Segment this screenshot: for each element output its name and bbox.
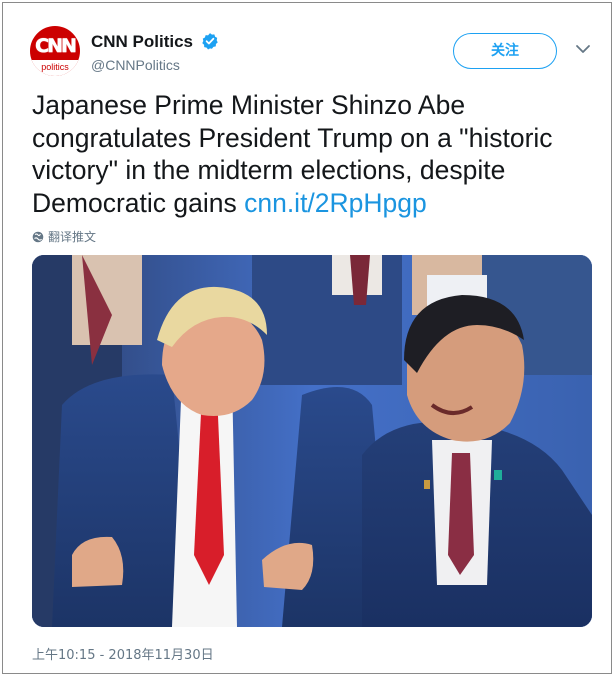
tweet-text: Japanese Prime Minister Shinzo Abe congr… — [32, 89, 592, 219]
translate-tweet[interactable]: 翻译推文 — [32, 228, 96, 245]
tweet-link[interactable]: cnn.it/2RpHpgp — [244, 188, 427, 218]
avatar-sub: politics — [30, 60, 80, 76]
verified-badge-icon — [202, 33, 218, 50]
tweet-card: CNN politics CNN Politics @CNNPolitics 关… — [2, 2, 612, 674]
tweet-photo[interactable] — [32, 255, 592, 627]
handle[interactable]: @CNNPolitics — [91, 57, 180, 73]
avatar[interactable]: CNN politics — [30, 26, 80, 76]
timestamp[interactable]: 上午10:15 - 2018年11月30日 — [32, 644, 214, 663]
chevron-down-icon[interactable] — [575, 43, 591, 55]
avatar-brand: CNN — [35, 35, 77, 58]
follow-button[interactable]: 关注 — [453, 33, 557, 69]
globe-icon — [32, 231, 44, 242]
display-name[interactable]: CNN Politics — [91, 32, 193, 52]
translate-label: 翻译推文 — [48, 230, 97, 244]
photo-image — [32, 255, 592, 627]
